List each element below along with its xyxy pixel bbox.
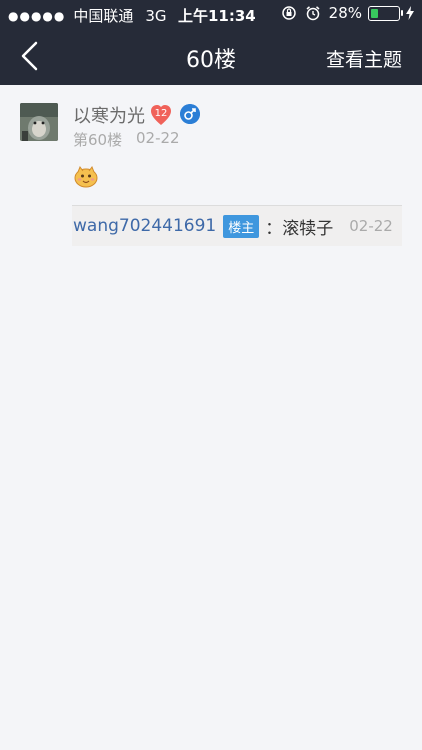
rotation-lock-icon xyxy=(281,6,296,20)
charging-icon xyxy=(406,6,414,20)
reply-text: ：滚犊子 xyxy=(265,218,334,239)
reply-date: 02-22 xyxy=(349,217,393,235)
avatar-image xyxy=(20,103,58,141)
emoji-icon xyxy=(74,165,98,188)
battery-percent: 28% xyxy=(328,4,362,22)
level-badge: 12 xyxy=(151,105,171,125)
male-icon xyxy=(180,104,200,124)
reply-item[interactable]: wang702441691 楼主 ：滚犊子 02-22 xyxy=(72,205,402,246)
clock: 上午11:34 xyxy=(178,7,256,25)
alarm-icon xyxy=(306,6,320,21)
op-tag: 楼主 xyxy=(223,214,260,238)
post-date: 02-22 xyxy=(136,129,180,147)
status-bar: ●●●●● 中国联通 3G 上午11:34 28% xyxy=(0,0,422,28)
level-number: 12 xyxy=(155,108,168,119)
reply-username[interactable]: wang702441691 xyxy=(73,216,216,236)
network-label: 3G xyxy=(145,6,167,25)
username[interactable]: 以寒为光 xyxy=(73,102,145,128)
battery-fill xyxy=(371,8,378,18)
header: ●●●●● 中国联通 3G 上午11:34 28% 60楼 查看主题 xyxy=(0,0,422,85)
battery-icon xyxy=(368,5,403,21)
signal-dots-icon: ●●●●● xyxy=(8,8,66,23)
carrier-label: 中国联通 xyxy=(73,7,134,25)
floor-number: 第60楼 xyxy=(73,131,123,149)
view-topic-button[interactable]: 查看主题 xyxy=(326,45,402,72)
nav-bar: 60楼 查看主题 xyxy=(0,28,422,85)
avatar[interactable] xyxy=(20,103,58,141)
